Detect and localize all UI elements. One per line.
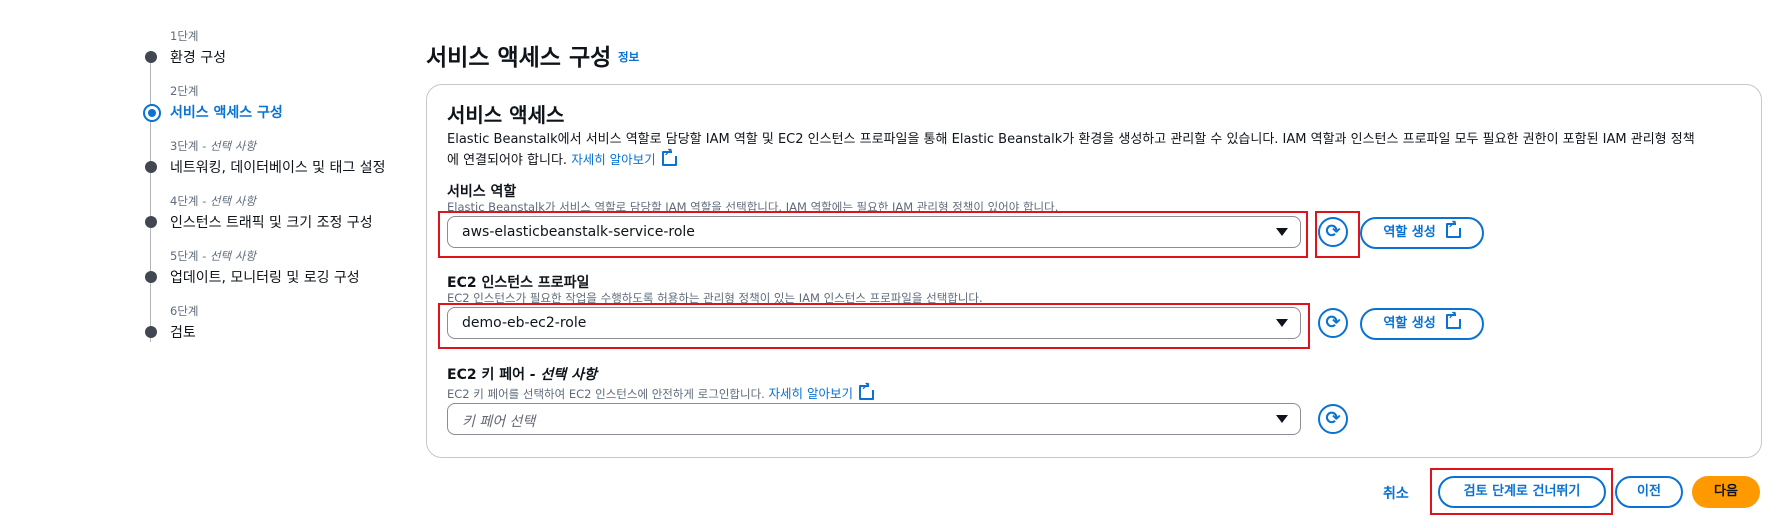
- service-role-refresh-button[interactable]: ⟳: [1318, 217, 1348, 247]
- service-role-hint: Elastic Beanstalk가 서비스 역할로 담당할 IAM 역할을 선…: [447, 200, 1059, 214]
- step-3-dot-icon: [145, 161, 157, 173]
- key-pair-label: EC2 키 페어 - 선택 사항: [447, 367, 597, 383]
- next-button[interactable]: 다음: [1692, 476, 1760, 508]
- instance-profile-hint: EC2 인스턴스가 필요한 작업을 수행하도록 허용하는 관리형 정책이 있는 …: [447, 291, 983, 305]
- service-access-container: 서비스 액세스 Elastic Beanstalk에서 서비스 역할로 담당할 …: [426, 84, 1762, 458]
- external-link-icon: [858, 381, 875, 400]
- external-link-icon: [1445, 310, 1462, 329]
- section-description: Elastic Beanstalk에서 서비스 역할로 담당할 IAM 역할 및…: [447, 130, 1747, 171]
- skip-to-review-button[interactable]: 검토 단계로 건너뛰기: [1438, 476, 1606, 508]
- instance-profile-refresh-button[interactable]: ⟳: [1318, 308, 1348, 338]
- key-pair-placeholder: 키 페어 선택: [462, 414, 536, 430]
- step-1-title: 환경 구성: [170, 50, 226, 66]
- caret-down-icon: [1276, 319, 1288, 327]
- caret-down-icon: [1276, 228, 1288, 236]
- instance-profile-label: EC2 인스턴스 프로파일: [447, 275, 590, 291]
- step-2-active-dot-icon: [143, 104, 161, 122]
- refresh-icon: ⟳: [1325, 221, 1341, 242]
- step-4-label: 4단계 - 선택 사항: [170, 194, 256, 208]
- step-3-label: 3단계 - 선택 사항: [170, 139, 256, 153]
- step-4-dot-icon: [145, 216, 157, 228]
- refresh-icon: ⟳: [1325, 312, 1341, 333]
- service-role-value: aws-elasticbeanstalk-service-role: [462, 224, 695, 240]
- refresh-icon: ⟳: [1325, 408, 1341, 429]
- service-role-select[interactable]: aws-elasticbeanstalk-service-role: [447, 216, 1301, 248]
- page-title: 서비스 액세스 구성: [426, 45, 612, 71]
- previous-button[interactable]: 이전: [1615, 476, 1683, 508]
- service-role-create-button[interactable]: 역할 생성: [1360, 217, 1484, 249]
- service-role-label: 서비스 역할: [447, 184, 517, 200]
- step-1-dot-icon: [145, 51, 157, 63]
- key-pair-refresh-button[interactable]: ⟳: [1318, 404, 1348, 434]
- section-title: 서비스 액세스: [447, 103, 565, 127]
- step-1-label: 1단계: [170, 29, 199, 43]
- caret-down-icon: [1276, 415, 1288, 423]
- external-link-icon: [1445, 219, 1462, 238]
- step-5-title: 업데이트, 모니터링 및 로깅 구성: [170, 270, 360, 286]
- info-link[interactable]: 정보: [618, 49, 639, 65]
- step-3-title: 네트워킹, 데이터베이스 및 태그 설정: [170, 160, 386, 176]
- step-5-dot-icon: [145, 271, 157, 283]
- step-6-title: 검토: [170, 325, 196, 341]
- cancel-button[interactable]: 취소: [1383, 483, 1409, 503]
- key-pair-learn-more-link[interactable]: 자세히 알아보기: [768, 381, 875, 401]
- instance-profile-value: demo-eb-ec2-role: [462, 315, 587, 331]
- step-4-title: 인스턴스 트래픽 및 크기 조정 구성: [170, 215, 373, 231]
- external-link-icon: [661, 147, 678, 166]
- instance-profile-select[interactable]: demo-eb-ec2-role: [447, 307, 1301, 339]
- learn-more-link[interactable]: 자세히 알아보기: [571, 147, 678, 167]
- key-pair-hint: EC2 키 페어를 선택하여 EC2 인스턴스에 안전하게 로그인합니다. 자세…: [447, 381, 875, 402]
- step-6-dot-icon: [145, 326, 157, 338]
- key-pair-select[interactable]: 키 페어 선택: [447, 403, 1301, 435]
- step-2-title: 서비스 액세스 구성: [170, 105, 283, 121]
- instance-profile-create-button[interactable]: 역할 생성: [1360, 308, 1484, 340]
- step-6-label: 6단계: [170, 304, 199, 318]
- step-2-label: 2단계: [170, 84, 199, 98]
- step-5-label: 5단계 - 선택 사항: [170, 249, 256, 263]
